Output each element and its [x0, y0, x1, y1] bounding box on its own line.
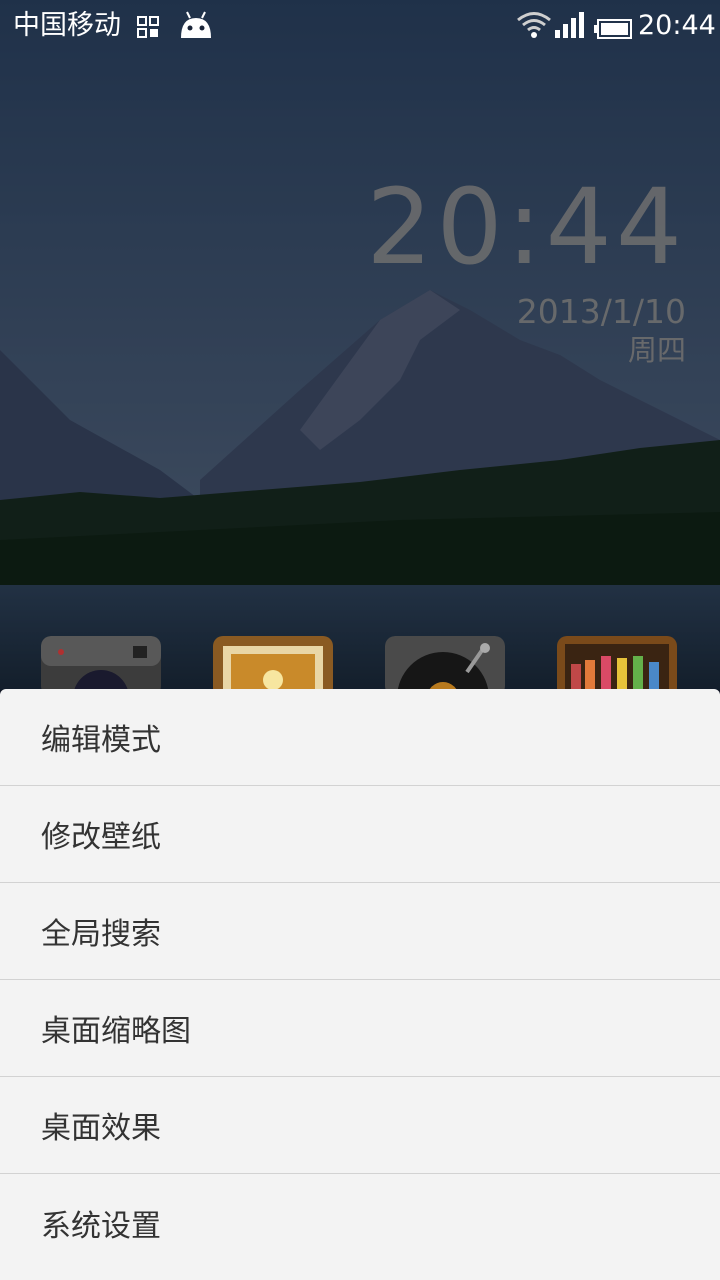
launcher-menu: 编辑模式 修改壁纸 全局搜索 桌面缩略图 桌面效果 系统设置: [0, 689, 720, 1280]
clock-date: 2013/1/10: [516, 292, 686, 331]
menu-item-label: 系统设置: [41, 1208, 161, 1244]
signal-icon: [554, 12, 584, 38]
clock-widget[interactable]: 20:44 2013/1/10 周四: [366, 168, 686, 368]
android-icon: [178, 10, 214, 40]
menu-item-system-settings[interactable]: 系统设置: [0, 1174, 720, 1271]
camera-icon[interactable]: [41, 636, 161, 696]
menu-item-label: 编辑模式: [41, 723, 161, 758]
status-time: 20:44: [638, 10, 716, 41]
music-icon[interactable]: [385, 636, 505, 696]
menu-item-label: 桌面缩略图: [41, 1014, 191, 1049]
menu-item-global-search[interactable]: 全局搜索: [0, 883, 720, 980]
theme-icon[interactable]: [557, 636, 677, 696]
clock-time: 20:44: [366, 166, 686, 288]
menu-item-label: 桌面效果: [41, 1111, 161, 1146]
qr-code-icon: [137, 14, 159, 38]
menu-item-desktop-effects[interactable]: 桌面效果: [0, 1077, 720, 1174]
menu-item-change-wallpaper[interactable]: 修改壁纸: [0, 786, 720, 883]
menu-item-label: 全局搜索: [41, 917, 161, 952]
wifi-icon: [516, 11, 552, 39]
menu-item-label: 修改壁纸: [41, 820, 161, 855]
menu-item-edit-mode[interactable]: 编辑模式: [0, 689, 720, 786]
gallery-icon[interactable]: [213, 636, 333, 696]
clock-weekday: 周四: [627, 333, 686, 367]
carrier-name: 中国移动: [13, 10, 121, 41]
status-bar: 中国移动 20:44: [0, 0, 720, 52]
menu-item-desktop-thumbnails[interactable]: 桌面缩略图: [0, 980, 720, 1077]
battery-icon: [594, 15, 632, 39]
